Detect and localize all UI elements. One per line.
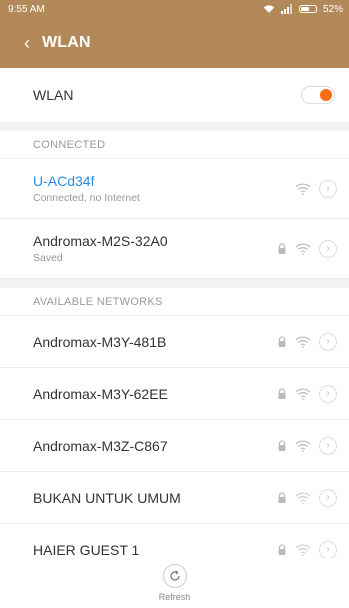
chevron-left-icon[interactable]: ‹ — [24, 33, 30, 54]
chevron-right-icon[interactable]: › — [319, 488, 337, 507]
chevron-right-icon[interactable]: › — [319, 436, 337, 455]
lock-icon — [278, 543, 286, 555]
network-text: BUKAN UNTUK UMUM — [33, 490, 277, 506]
network-text: Andromax-M3Y-481B — [33, 334, 277, 350]
network-row[interactable]: Andromax-M2S-32A0 Saved › — [0, 219, 349, 279]
refresh-icon — [169, 570, 180, 581]
toggle-knob — [320, 89, 332, 101]
status-icons: 52% — [263, 4, 343, 15]
network-row[interactable]: U-ACd34f Connected, no Internet › — [0, 159, 349, 219]
section-divider — [0, 122, 349, 131]
title-bar: ‹ WLAN — [0, 18, 349, 68]
bottom-bar: Refresh — [0, 558, 349, 608]
connected-network-list: U-ACd34f Connected, no Internet › Andromax-… — [0, 159, 349, 279]
network-text: Andromax-M3Y-62EE — [33, 386, 277, 402]
network-row[interactable]: Andromax-M3Y-62EE › — [0, 368, 349, 420]
network-text: Andromax-M2S-32A0 Saved — [33, 233, 277, 264]
wifi-signal-icon — [295, 543, 311, 556]
wifi-status-icon — [263, 5, 275, 13]
wifi-signal-icon — [295, 335, 311, 348]
wifi-signal-icon — [295, 182, 311, 195]
network-ssid: Andromax-M2S-32A0 — [33, 233, 168, 249]
network-icons: › — [295, 179, 337, 198]
wifi-signal-icon — [295, 242, 311, 255]
network-row[interactable]: Andromax-M3Y-481B › — [0, 316, 349, 368]
lock-icon — [278, 242, 286, 254]
wlan-toggle[interactable] — [301, 86, 335, 104]
network-icons: › — [277, 540, 337, 559]
network-text: U-ACd34f Connected, no Internet — [33, 173, 295, 204]
network-ssid: Andromax-M3Z-C867 — [33, 437, 168, 454]
network-icons: › — [277, 436, 337, 455]
network-ssid: HAIER GUEST 1 — [33, 541, 140, 558]
available-network-list: Andromax-M3Y-481B › Andromax-M3Y-62EE › Andr… — [0, 316, 349, 576]
wlan-toggle-label: WLAN — [33, 87, 74, 103]
network-status: Saved — [33, 252, 63, 264]
page-title: WLAN — [42, 34, 91, 51]
network-ssid: Andromax-M3Y-481B — [33, 333, 167, 350]
app-header: 9:55 AM 52% ‹ WLAN — [0, 0, 349, 68]
network-ssid: Andromax-M3Y-62EE — [33, 385, 168, 402]
chevron-right-icon[interactable]: › — [319, 384, 337, 403]
chevron-right-icon[interactable]: › — [319, 332, 337, 351]
chevron-right-icon[interactable]: › — [319, 239, 337, 258]
lock-icon — [278, 335, 286, 347]
network-icons: › — [277, 239, 337, 258]
section-divider — [0, 279, 349, 288]
refresh-button[interactable] — [162, 564, 187, 588]
network-ssid: U-ACd34f — [33, 173, 95, 189]
network-row[interactable]: BUKAN UNTUK UMUM › — [0, 472, 349, 524]
battery-percent: 52% — [322, 3, 343, 15]
wlan-toggle-row[interactable]: WLAN — [0, 68, 349, 122]
chevron-right-icon[interactable]: › — [319, 540, 337, 559]
network-icons: › — [277, 488, 337, 507]
network-text: Andromax-M3Z-C867 — [33, 438, 277, 454]
connected-section-header: CONNECTED — [0, 131, 349, 159]
network-row[interactable]: Andromax-M3Z-C867 › — [0, 420, 349, 472]
refresh-label: Refresh — [158, 592, 191, 602]
wifi-signal-icon — [295, 439, 311, 452]
lock-icon — [278, 387, 286, 399]
network-text: HAIER GUEST 1 — [33, 542, 277, 558]
lock-icon — [278, 439, 286, 451]
battery-icon — [298, 5, 317, 13]
signal-icon — [280, 4, 292, 14]
status-time: 9:55 AM — [8, 3, 45, 15]
network-icons: › — [277, 332, 337, 351]
chevron-right-icon[interactable]: › — [319, 179, 337, 198]
network-icons: › — [277, 384, 337, 403]
status-bar: 9:55 AM 52% — [0, 0, 349, 18]
lock-icon — [278, 491, 286, 503]
wifi-signal-icon — [295, 387, 311, 400]
available-section-header: AVAILABLE NETWORKS — [0, 288, 349, 316]
network-ssid: BUKAN UNTUK UMUM — [33, 489, 181, 506]
wifi-signal-icon — [295, 491, 311, 504]
network-status: Connected, no Internet — [33, 192, 140, 204]
